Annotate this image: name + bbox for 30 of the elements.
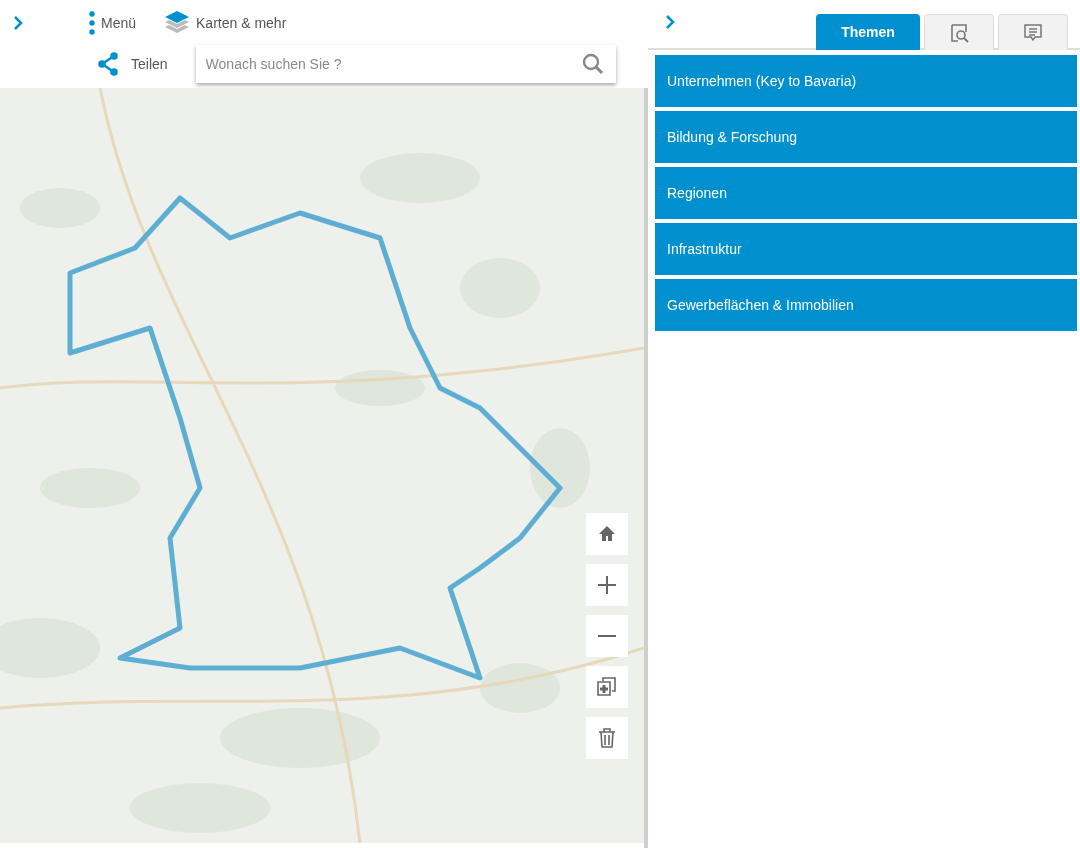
minus-icon	[598, 635, 616, 637]
trash-button[interactable]	[586, 717, 628, 759]
tab[interactable]	[924, 14, 994, 50]
menu-button[interactable]: Menü	[89, 11, 137, 35]
chevron-right-icon	[665, 14, 675, 30]
tab[interactable]: Themen	[816, 14, 920, 50]
add-frame-button[interactable]	[586, 666, 628, 708]
comment-icon	[1022, 21, 1044, 44]
trash-icon	[596, 727, 618, 749]
search-icon[interactable]	[581, 53, 604, 75]
collapse-button[interactable]	[665, 14, 675, 30]
menu-icon	[89, 11, 95, 35]
share-button[interactable]: Teilen	[97, 52, 168, 76]
theme-item[interactable]: Unternehmen (Key to Bavaria)	[655, 55, 1077, 107]
share-icon	[97, 52, 119, 76]
theme-item[interactable]: Gewerbeflächen & Immobilien	[655, 279, 1077, 331]
zoom-out-button[interactable]	[586, 615, 628, 657]
add-frame-icon	[596, 676, 618, 698]
chevron-right-icon	[13, 15, 23, 31]
search-document-icon	[948, 21, 970, 44]
home-button[interactable]	[586, 513, 628, 555]
theme-item[interactable]: Regionen	[655, 167, 1077, 219]
layers-icon	[164, 10, 191, 36]
theme-item[interactable]: Infrastruktur	[655, 223, 1077, 275]
zoom-in-button[interactable]	[586, 564, 628, 606]
plus-icon	[596, 574, 618, 596]
theme-item[interactable]: Bildung & Forschung	[655, 111, 1077, 163]
tab[interactable]	[998, 14, 1068, 50]
layers-button[interactable]: Karten & mehr	[164, 10, 287, 36]
expand-button[interactable]	[13, 15, 23, 31]
